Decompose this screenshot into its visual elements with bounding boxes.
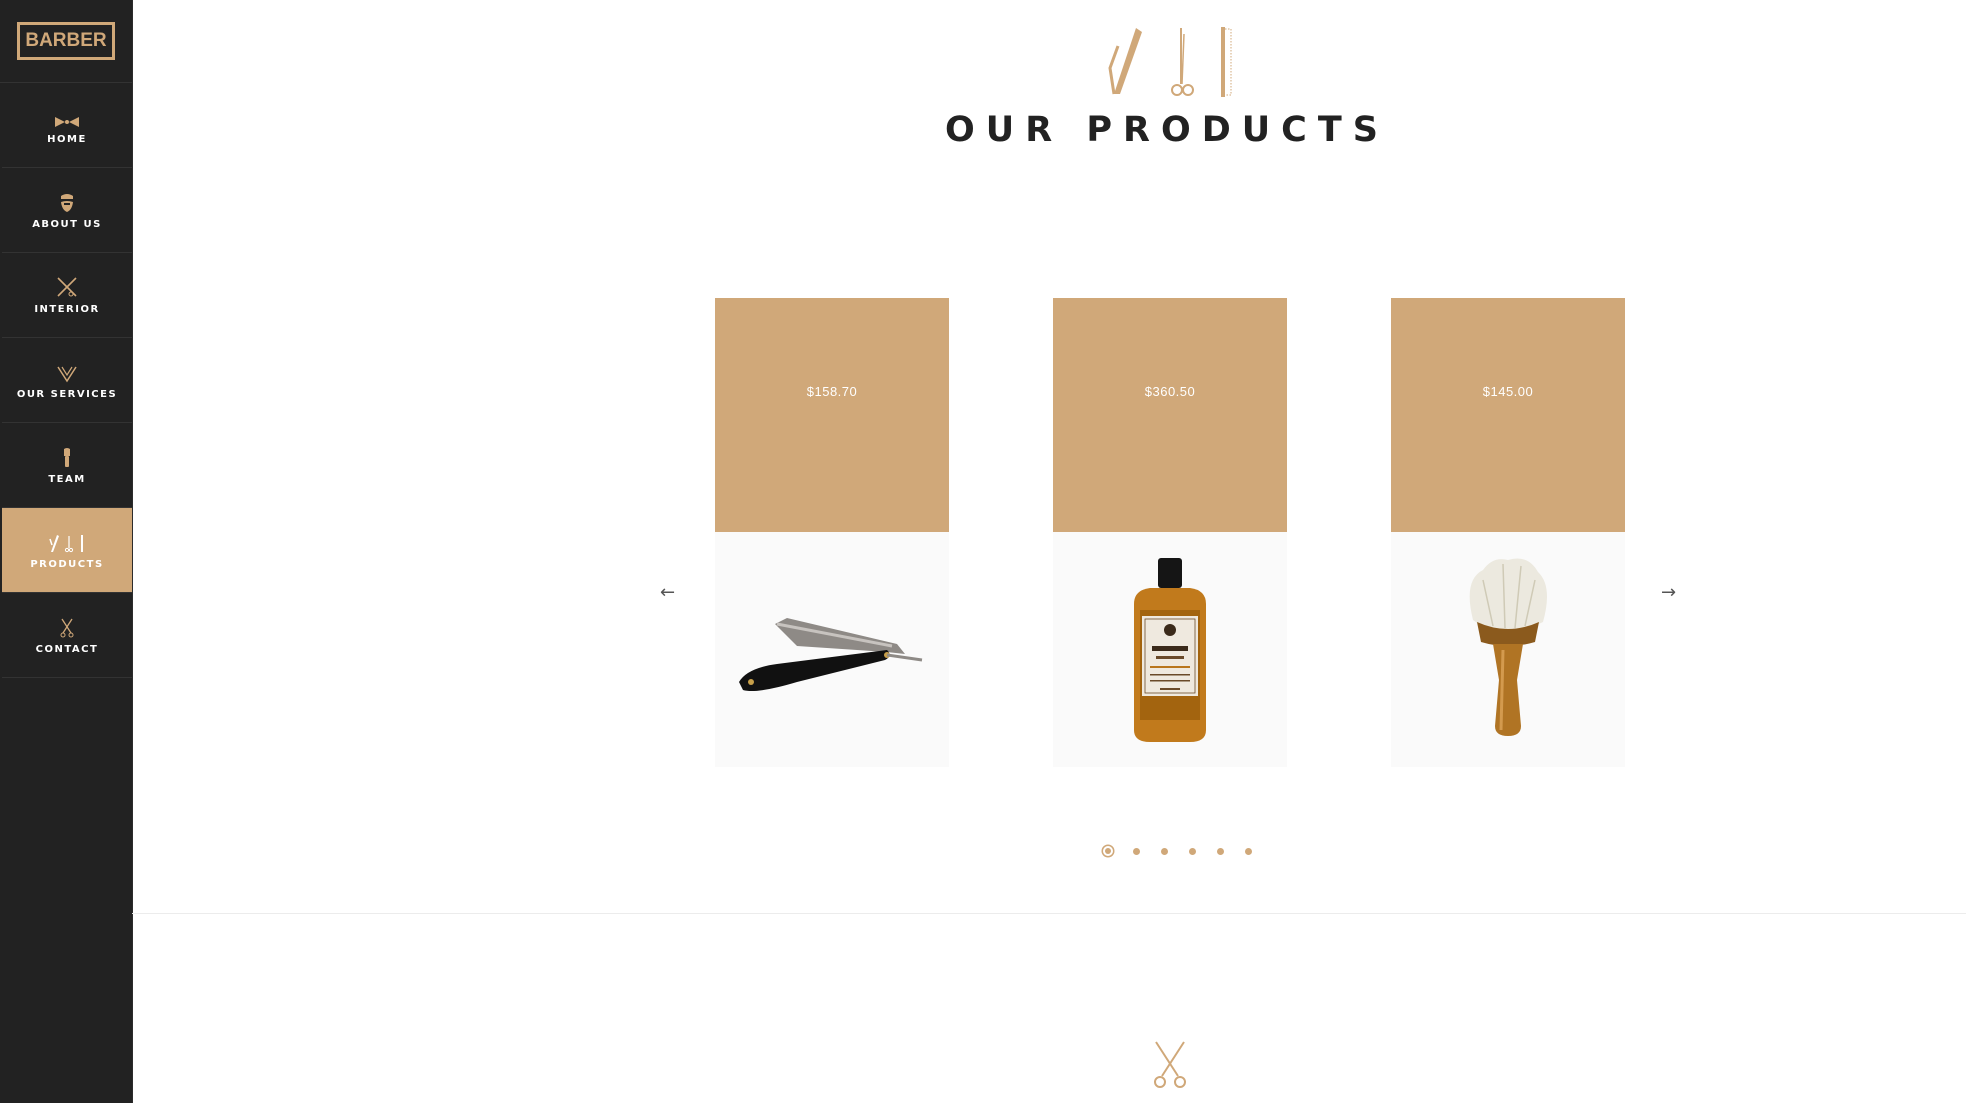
- sidebar-item-label: TEAM: [48, 473, 86, 485]
- product-price: $360.50: [1144, 384, 1196, 399]
- carousel-dot[interactable]: [1178, 843, 1206, 859]
- product-card[interactable]: $145.00: [1391, 298, 1625, 767]
- price-tag: $158.70: [715, 298, 949, 532]
- scissors-icon: [1148, 1040, 1192, 1095]
- carousel-pagination: [1094, 843, 1262, 859]
- sidebar-item-contact[interactable]: CONTACT: [2, 593, 132, 678]
- price-tag: $145.00: [1391, 298, 1625, 532]
- product-card[interactable]: $360.50: [1053, 298, 1287, 767]
- bowtie-icon: [54, 106, 80, 128]
- beard-icon: [59, 191, 75, 213]
- product-card[interactable]: $158.70: [715, 298, 949, 767]
- carousel-dot[interactable]: [1206, 843, 1234, 859]
- services-icon: [56, 361, 78, 383]
- carousel-dot[interactable]: [1122, 843, 1150, 859]
- sidebar-item-team[interactable]: TEAM: [2, 423, 132, 508]
- sidebar-item-label: HOME: [47, 133, 87, 145]
- crossed-razor-scissors-icon: [56, 276, 78, 298]
- carousel-dot[interactable]: [1150, 843, 1178, 859]
- sidebar-item-products[interactable]: PRODUCTS: [2, 508, 132, 593]
- product-image-shaving-brush[interactable]: [1391, 532, 1625, 767]
- sidebar-item-label: CONTACT: [35, 643, 99, 655]
- brand-logo[interactable]: BARBER: [17, 22, 115, 60]
- product-image-straight-razor[interactable]: [715, 532, 949, 767]
- shaving-brush-icon: [62, 446, 72, 468]
- sidebar-item-label: INTERIOR: [34, 303, 100, 315]
- logo-container: BARBER: [0, 0, 132, 83]
- section-divider: [132, 913, 1966, 914]
- products-icon: [47, 531, 87, 553]
- sidebar-item-label: ABOUT US: [32, 218, 102, 230]
- sidebar-item-interior[interactable]: INTERIOR: [2, 253, 132, 338]
- sidebar-item-our-services[interactable]: OUR SERVICES: [2, 338, 132, 423]
- sidebar-item-label: OUR SERVICES: [16, 388, 118, 400]
- sidebar-item-label: PRODUCTS: [30, 558, 104, 570]
- sidebar-item-home[interactable]: HOME: [2, 83, 132, 168]
- product-price: $145.00: [1482, 384, 1534, 399]
- carousel-dot[interactable]: [1094, 843, 1122, 859]
- carousel-next-button[interactable]: →: [1661, 582, 1676, 603]
- product-image-shampoo-bottle[interactable]: [1053, 532, 1287, 767]
- section-title: OUR PRODUCTS: [945, 110, 1389, 150]
- price-tag: $360.50: [1053, 298, 1287, 532]
- product-price: $158.70: [806, 384, 858, 399]
- carousel-dot[interactable]: [1234, 843, 1262, 859]
- sidebar: BARBER HOME ABOUT US INTERIOR OUR SERVIC…: [0, 0, 133, 1103]
- scissors-icon: [59, 616, 75, 638]
- razor-scissors-comb-icon: [1100, 24, 1240, 100]
- carousel-prev-button[interactable]: ←: [660, 582, 675, 603]
- sidebar-item-about-us[interactable]: ABOUT US: [2, 168, 132, 253]
